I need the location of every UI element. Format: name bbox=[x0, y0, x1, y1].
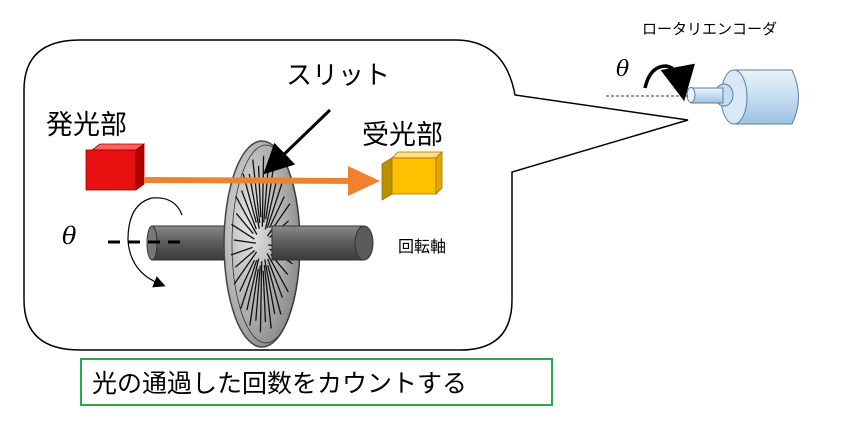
slit-label: スリット bbox=[286, 61, 390, 91]
shaft-theta: θ bbox=[62, 222, 77, 250]
emitter-cube bbox=[85, 143, 146, 191]
shaft-right-end bbox=[354, 225, 374, 261]
rotation-arc-encoder bbox=[643, 63, 695, 102]
encoder-theta: θ bbox=[616, 57, 629, 82]
caption-text: 光の通過した回数をカウントする bbox=[92, 369, 468, 398]
light-beam bbox=[143, 177, 363, 184]
rotary-encoder-icon bbox=[686, 69, 799, 125]
shaft-label: 回転軸 bbox=[398, 237, 446, 256]
receiver-cube bbox=[381, 151, 443, 201]
caption-box: 光の通過した回数をカウントする bbox=[80, 358, 553, 406]
shaft-right bbox=[271, 225, 365, 261]
receiver-label: 受光部 bbox=[362, 120, 443, 151]
emitter-label: 発光部 bbox=[46, 110, 127, 141]
encoder-label: ロータリエンコーダ bbox=[642, 20, 777, 38]
